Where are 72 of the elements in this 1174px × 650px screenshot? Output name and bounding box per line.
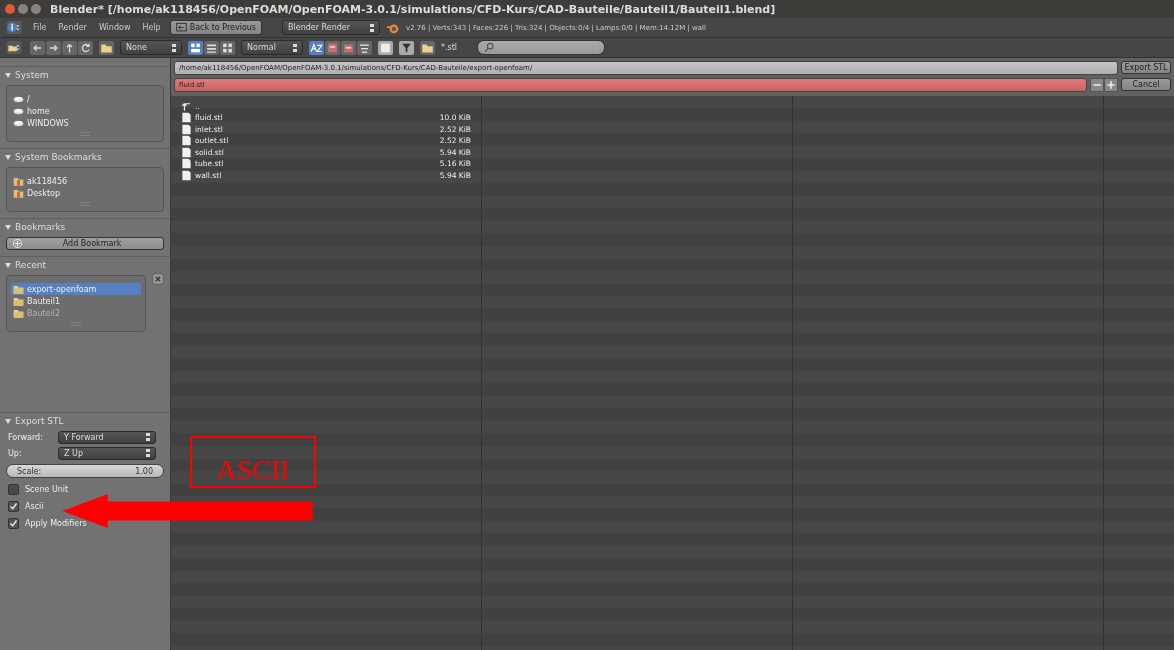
- hidden-files-toggle-icon[interactable]: [378, 40, 393, 55]
- place-item[interactable]: Bauteil1: [11, 295, 141, 307]
- field-label: Up:: [8, 448, 23, 458]
- checkbox[interactable]: [8, 501, 19, 512]
- menu-item[interactable]: File: [30, 23, 50, 32]
- place-item[interactable]: ak118456: [11, 175, 159, 187]
- filter-icon[interactable]: [399, 40, 414, 55]
- search-icon[interactable]: [484, 42, 496, 53]
- folder-icon: [13, 307, 24, 319]
- sort-size-icon[interactable]: [357, 40, 372, 55]
- scale-field[interactable]: Scale: 1.00: [6, 464, 164, 478]
- file-icon: [181, 112, 192, 124]
- field-label: Forward:: [8, 432, 44, 442]
- filter-glob-field[interactable]: *.stl: [441, 43, 458, 52]
- folder-icon: [13, 295, 24, 307]
- window-title: Blender* [/home/ak118456/OpenFOAM/OpenFOAM-3.0.1/simulations/CFD-Kurs/CAD-Bauteile/Bauteil1/Bauteil1.blend]: [50, 2, 776, 16]
- plus-icon[interactable]: [1104, 77, 1118, 92]
- screen-icon[interactable]: [175, 22, 187, 33]
- refresh-icon[interactable]: [78, 40, 93, 55]
- panel-header[interactable]: System Bookmarks: [0, 149, 170, 165]
- render-engine-dropdown[interactable]: Blender Render: [282, 20, 381, 35]
- info-icon[interactable]: [4, 20, 24, 35]
- recursion-dropdown[interactable]: None: [120, 40, 182, 55]
- search-field[interactable]: [477, 40, 606, 55]
- parent-arrow-icon: [181, 100, 192, 112]
- place-item[interactable]: Desktop: [11, 187, 159, 199]
- maximize-button[interactable]: [31, 4, 41, 14]
- forward-axis-dropdown[interactable]: Y Forward: [58, 430, 156, 444]
- file-icon: [181, 169, 192, 181]
- panel-header[interactable]: Recent: [0, 257, 170, 273]
- folder-icon: [13, 175, 24, 187]
- menu-item[interactable]: Help: [139, 23, 164, 32]
- back-button[interactable]: Back to Previous: [169, 20, 263, 35]
- sort-type-icon[interactable]: [325, 40, 340, 55]
- minus-icon[interactable]: [1090, 77, 1104, 92]
- place-item[interactable]: home: [11, 105, 159, 117]
- panel-header[interactable]: System: [0, 67, 170, 83]
- menu-item[interactable]: Render: [55, 23, 90, 32]
- folder-icon: [13, 187, 24, 199]
- checkbox-label: Apply Modifiers: [25, 519, 87, 528]
- file-icon: [181, 146, 192, 158]
- file-icon: [181, 158, 192, 170]
- minimize-button[interactable]: [18, 4, 28, 14]
- editor-type-icon[interactable]: [4, 40, 24, 55]
- place-item[interactable]: /: [11, 93, 159, 105]
- folder-icon: [13, 283, 24, 295]
- folder-icon[interactable]: [420, 40, 435, 55]
- file-icon: [181, 135, 192, 147]
- panel-header[interactable]: Bookmarks: [0, 219, 170, 235]
- thumbnail-size-dropdown[interactable]: Normal: [241, 40, 303, 55]
- close-icon[interactable]: [152, 273, 164, 285]
- file-icon: [181, 123, 192, 135]
- detailed-list-icon[interactable]: [188, 40, 203, 55]
- checkbox-label: Scene Unit: [25, 485, 69, 494]
- add-bookmark-button[interactable]: Add Bookmark: [6, 237, 164, 250]
- checkbox[interactable]: [8, 484, 19, 495]
- panel-header[interactable]: Export STL: [0, 413, 170, 429]
- menu-item[interactable]: Window: [95, 23, 134, 32]
- place-item[interactable]: export-openfoam: [11, 283, 141, 295]
- new-folder-icon[interactable]: [99, 40, 114, 55]
- checkbox-label: Ascii: [25, 502, 44, 511]
- cancel-button[interactable]: Cancel: [1121, 78, 1171, 91]
- thumbnails-icon[interactable]: [220, 40, 235, 55]
- close-button[interactable]: [5, 4, 15, 14]
- export-button[interactable]: Export STL: [1121, 61, 1171, 74]
- up-axis-dropdown[interactable]: Z Up: [58, 446, 156, 460]
- annotation-label: ASCII: [216, 456, 290, 486]
- sort-alphabetical-icon[interactable]: [309, 40, 324, 55]
- sort-date-icon[interactable]: [341, 40, 356, 55]
- short-list-icon[interactable]: [204, 40, 219, 55]
- place-item[interactable]: WINDOWS: [11, 117, 159, 129]
- checkbox[interactable]: [8, 518, 19, 529]
